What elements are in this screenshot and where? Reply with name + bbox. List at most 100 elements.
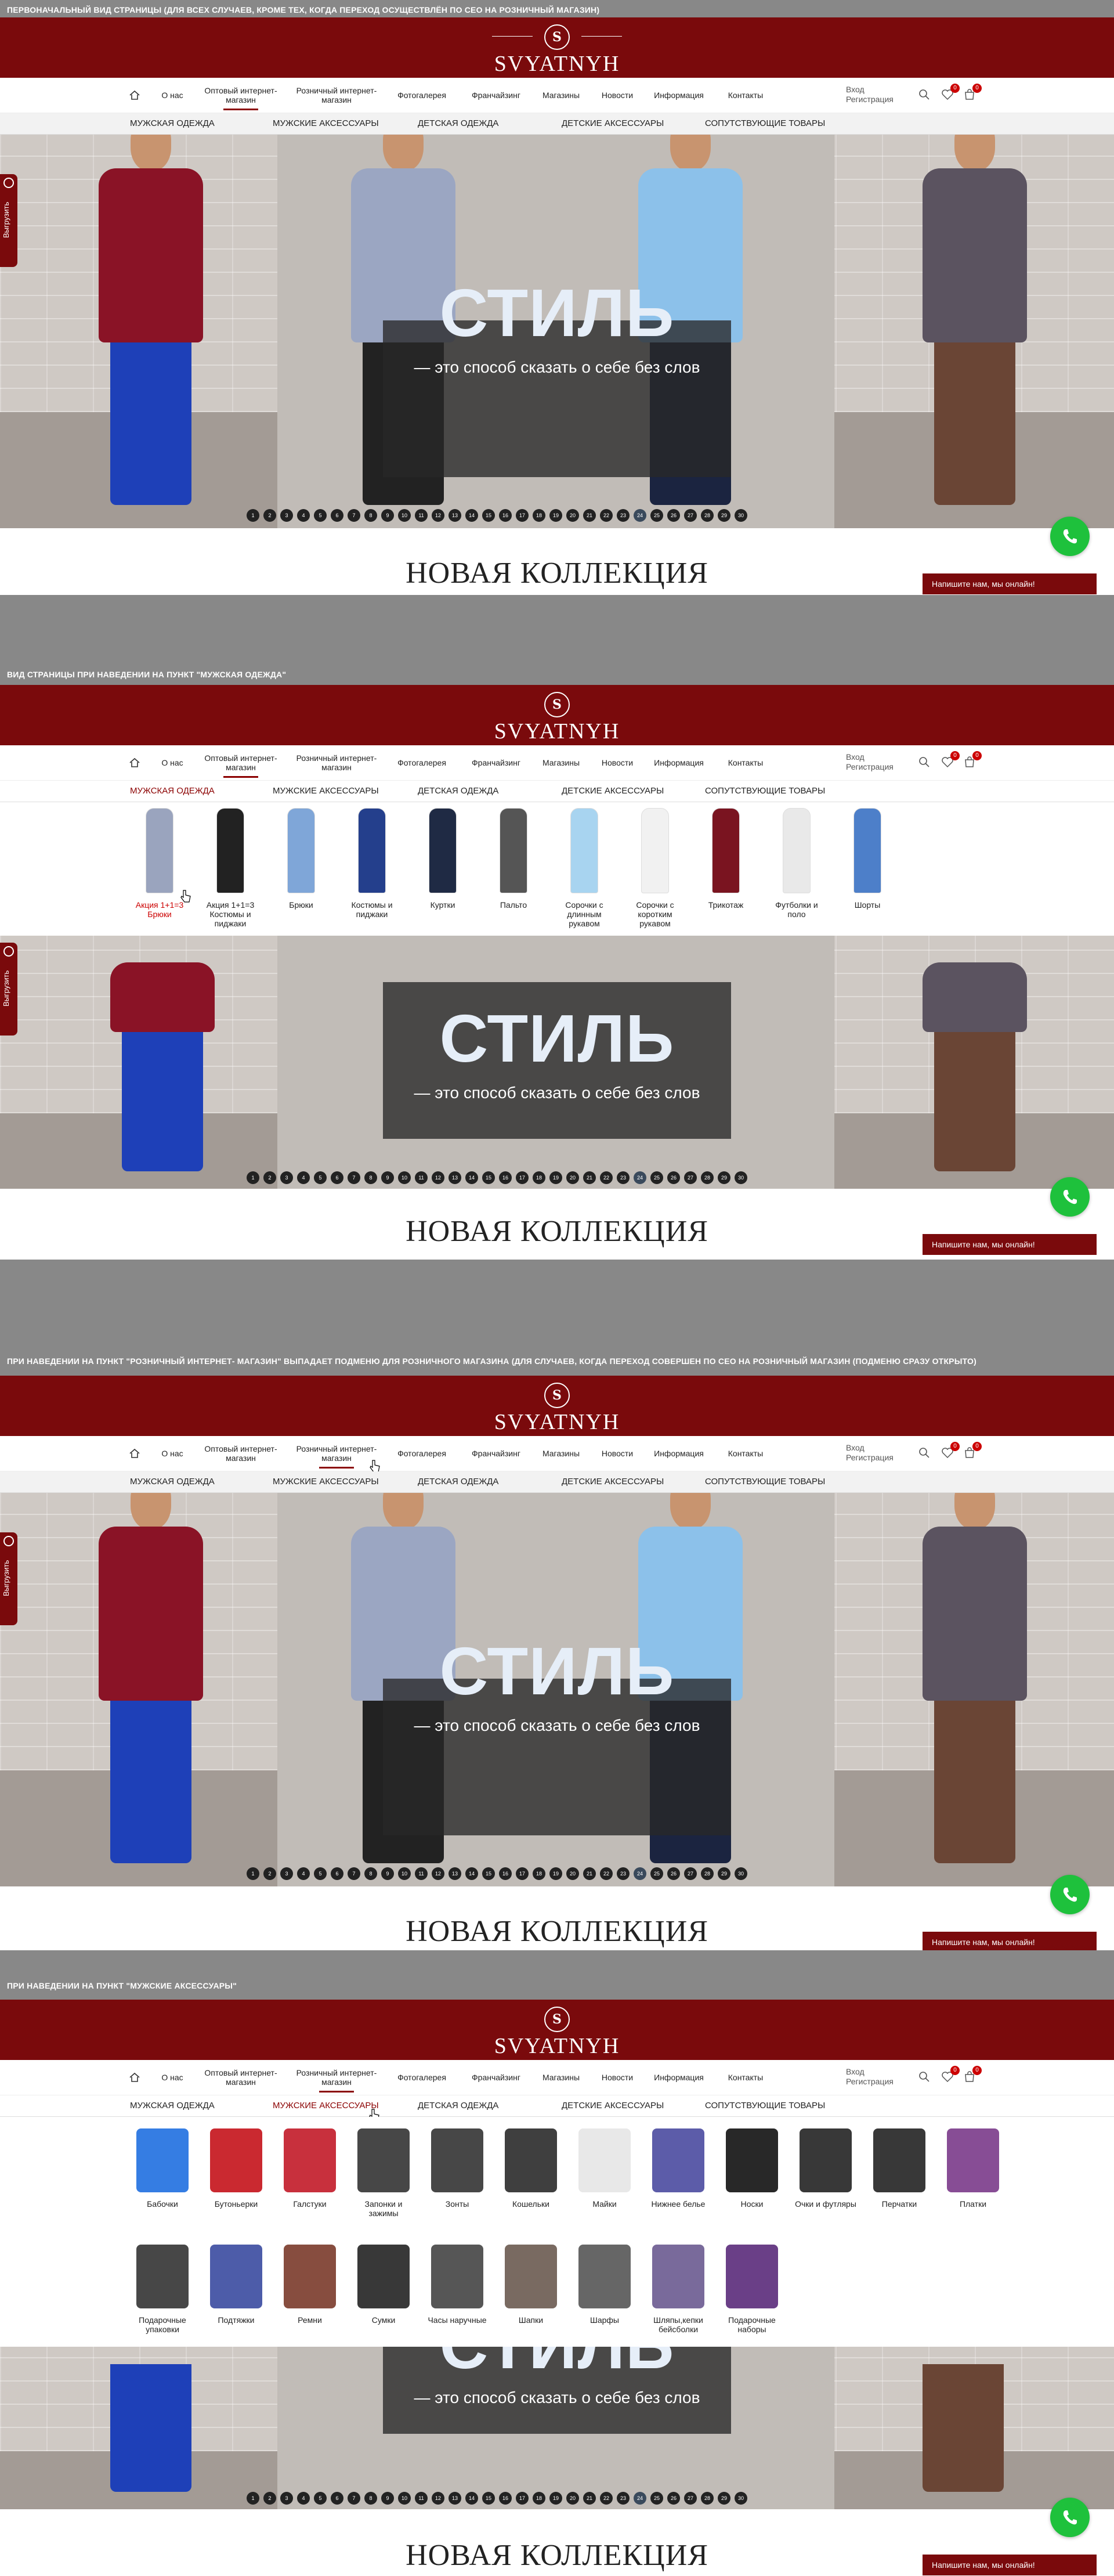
accessory-menu-item[interactable]: Шляпы,кепки бейсболки: [646, 2245, 710, 2334]
accessory-menu-item[interactable]: Часы наручные: [425, 2245, 489, 2325]
slider-dot[interactable]: 22: [600, 2492, 613, 2505]
slider-dot[interactable]: 19: [549, 1171, 562, 1184]
nav-retail[interactable]: Розничный интернет-магазин: [293, 745, 380, 780]
search-icon[interactable]: [918, 756, 931, 769]
whatsapp-button[interactable]: [1050, 517, 1090, 556]
accessory-menu-item[interactable]: Подарочные наборы: [720, 2245, 784, 2334]
nav-shops[interactable]: Магазины: [536, 78, 586, 113]
cat-kids-accessories[interactable]: ДЕТСКИЕ АКСЕССУАРЫ: [562, 781, 664, 802]
cat-related-goods[interactable]: СОПУТСТВУЮЩИЕ ТОВАРЫ: [705, 781, 825, 802]
slider-dot[interactable]: 1: [247, 2492, 259, 2505]
slider-dot[interactable]: 29: [718, 1171, 730, 1184]
nav-info[interactable]: Информация: [650, 78, 708, 113]
slider-dot[interactable]: 17: [516, 2492, 529, 2505]
slider-dot[interactable]: 28: [701, 2492, 714, 2505]
nav-info[interactable]: Информация: [650, 745, 708, 780]
nav-retail[interactable]: Розничный интернет-магазин: [293, 2060, 380, 2095]
nav-about[interactable]: О нас: [158, 2060, 187, 2095]
cat-men-accessories[interactable]: МУЖСКИЕ АКСЕССУАРЫ: [273, 781, 379, 802]
clothing-menu-item[interactable]: Брюки: [272, 808, 330, 910]
slider-dot[interactable]: 29: [718, 1867, 730, 1880]
home-icon[interactable]: [129, 2072, 140, 2083]
cat-men-clothing[interactable]: МУЖСКАЯ ОДЕЖДА: [130, 113, 215, 134]
slider-dot[interactable]: 14: [465, 1867, 478, 1880]
slider-dot[interactable]: 27: [684, 2492, 697, 2505]
register-link[interactable]: Регистрация: [846, 762, 894, 772]
nav-contacts[interactable]: Контакты: [719, 78, 772, 113]
cart-icon[interactable]: 0: [963, 1442, 982, 1459]
slider-dot[interactable]: 11: [415, 2492, 428, 2505]
clothing-menu-item[interactable]: Костюмы и пиджаки: [343, 808, 401, 919]
slider-dot[interactable]: 10: [398, 1171, 411, 1184]
cat-related-goods[interactable]: СОПУТСТВУЮЩИЕ ТОВАРЫ: [705, 113, 825, 134]
slider-dot[interactable]: 20: [566, 1867, 579, 1880]
search-icon[interactable]: [918, 2070, 931, 2083]
whatsapp-button[interactable]: [1050, 1875, 1090, 1914]
slider-dot[interactable]: 8: [364, 2492, 377, 2505]
accessory-menu-item[interactable]: Шапки: [499, 2245, 563, 2325]
home-icon[interactable]: [129, 89, 140, 101]
accessory-menu-item[interactable]: Кошельки: [499, 2128, 563, 2209]
slider-dot[interactable]: 5: [314, 1171, 327, 1184]
slider-dot[interactable]: 2: [263, 2492, 276, 2505]
slider-dot[interactable]: 4: [297, 2492, 310, 2505]
nav-shops[interactable]: Магазины: [536, 1436, 586, 1471]
wishlist-icon[interactable]: 0: [941, 1442, 960, 1459]
slider-dot[interactable]: 2: [263, 509, 276, 522]
cat-kids-accessories[interactable]: ДЕТСКИЕ АКСЕССУАРЫ: [562, 1471, 664, 1492]
slider-dot[interactable]: 29: [718, 509, 730, 522]
chat-widget[interactable]: Напишите нам, мы онлайн!: [923, 1234, 1097, 1255]
slider-dot[interactable]: 16: [499, 509, 512, 522]
slider-dot[interactable]: 24: [634, 2492, 646, 2505]
slider-dot[interactable]: 6: [331, 1867, 343, 1880]
cart-icon[interactable]: 0: [963, 751, 982, 769]
slider-dot[interactable]: 12: [432, 1867, 444, 1880]
slider-dot[interactable]: 11: [415, 1867, 428, 1880]
nav-wholesale[interactable]: Оптовый интернет-магазин: [197, 78, 284, 113]
nav-contacts[interactable]: Контакты: [719, 2060, 772, 2095]
nav-franchise[interactable]: Франчайзинг: [464, 745, 528, 780]
nav-contacts[interactable]: Контакты: [719, 745, 772, 780]
nav-gallery[interactable]: Фотогалерея: [390, 78, 454, 113]
nav-wholesale[interactable]: Оптовый интернет-магазин: [197, 1436, 284, 1471]
slider-dot[interactable]: 10: [398, 2492, 411, 2505]
side-unload-tab[interactable]: Выгрузить: [0, 174, 17, 267]
slider-dot[interactable]: 6: [331, 2492, 343, 2505]
nav-retail[interactable]: Розничный интернет-магазин: [293, 1436, 380, 1471]
nav-retail[interactable]: Розничный интернет-магазин: [293, 78, 380, 113]
slider-dot[interactable]: 19: [549, 509, 562, 522]
slider-dot[interactable]: 4: [297, 1867, 310, 1880]
slider-dot[interactable]: 13: [449, 1867, 461, 1880]
slider-dot[interactable]: 21: [583, 509, 596, 522]
slider-dot[interactable]: 1: [247, 1867, 259, 1880]
slider-dot[interactable]: 17: [516, 509, 529, 522]
nav-news[interactable]: Новости: [595, 745, 639, 780]
slider-dot[interactable]: 19: [549, 2492, 562, 2505]
slider-dot[interactable]: 13: [449, 1171, 461, 1184]
clothing-menu-item[interactable]: Куртки: [414, 808, 472, 910]
cat-men-accessories[interactable]: МУЖСКИЕ АКСЕССУАРЫ: [273, 1471, 379, 1492]
logo[interactable]: S SVYATNYH: [0, 24, 1114, 77]
nav-wholesale[interactable]: Оптовый интернет-магазин: [197, 2060, 284, 2095]
cart-icon[interactable]: 0: [963, 2066, 982, 2083]
slider-dot[interactable]: 7: [348, 1867, 360, 1880]
slider-dot[interactable]: 14: [465, 1171, 478, 1184]
slider-dot[interactable]: 7: [348, 1171, 360, 1184]
nav-shops[interactable]: Магазины: [536, 2060, 586, 2095]
slider-dot[interactable]: 12: [432, 509, 444, 522]
slider-dot[interactable]: 30: [735, 1867, 747, 1880]
slider-dot[interactable]: 24: [634, 1171, 646, 1184]
cat-related-goods[interactable]: СОПУТСТВУЮЩИЕ ТОВАРЫ: [705, 2095, 825, 2116]
accessory-menu-item[interactable]: Бутоньерки: [204, 2128, 268, 2209]
nav-gallery[interactable]: Фотогалерея: [390, 745, 454, 780]
nav-franchise[interactable]: Франчайзинг: [464, 2060, 528, 2095]
register-link[interactable]: Регистрация: [846, 1453, 894, 1463]
slider-dot[interactable]: 30: [735, 2492, 747, 2505]
slider-dot[interactable]: 25: [650, 1867, 663, 1880]
slider-dot[interactable]: 15: [482, 2492, 495, 2505]
accessory-menu-item[interactable]: Подарочные упаковки: [131, 2245, 194, 2334]
nav-news[interactable]: Новости: [595, 78, 639, 113]
slider-dot[interactable]: 8: [364, 1171, 377, 1184]
nav-franchise[interactable]: Франчайзинг: [464, 78, 528, 113]
nav-news[interactable]: Новости: [595, 1436, 639, 1471]
